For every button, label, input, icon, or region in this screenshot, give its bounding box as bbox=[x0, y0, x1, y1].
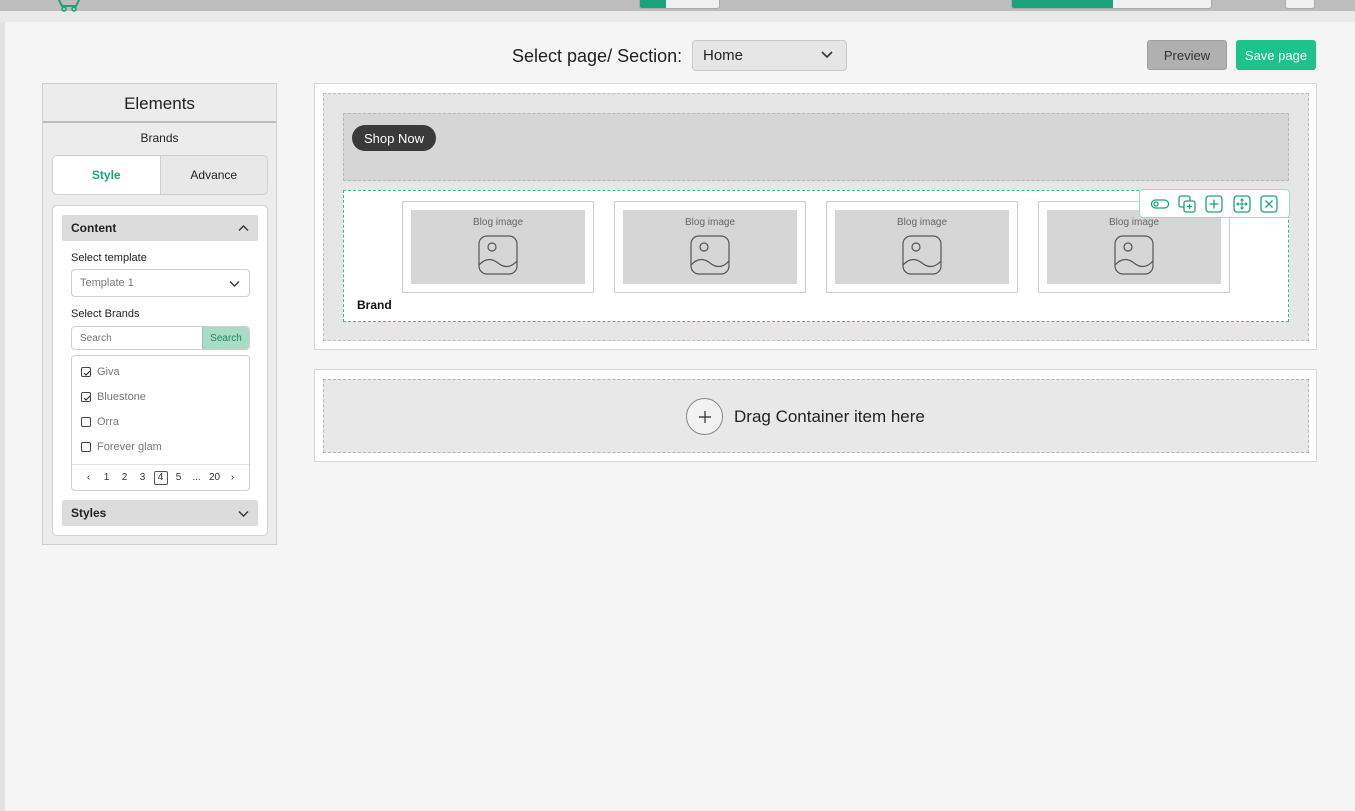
image-icon bbox=[690, 235, 730, 275]
content-section-header[interactable]: Content bbox=[62, 215, 258, 241]
list-item[interactable]: Orra bbox=[81, 416, 119, 428]
list-item[interactable]: Giva bbox=[81, 366, 120, 378]
tablet-view-icon[interactable] bbox=[666, 0, 692, 8]
pagination-page-2[interactable]: 2 bbox=[118, 471, 132, 485]
toggle-icon[interactable] bbox=[1150, 194, 1170, 214]
checkbox-checked[interactable] bbox=[81, 367, 91, 377]
drop-zone[interactable]: Drag Container item here bbox=[323, 379, 1309, 453]
checkbox-unchecked[interactable] bbox=[81, 417, 91, 427]
top-bar bbox=[0, 0, 1355, 22]
brand-search-input[interactable] bbox=[72, 327, 203, 349]
list-item[interactable]: Forever glam bbox=[81, 441, 162, 453]
chevron-up-icon bbox=[238, 225, 249, 231]
drop-zone-text: Drag Container item here bbox=[734, 407, 925, 426]
tab-style[interactable]: Style bbox=[53, 156, 161, 194]
close-icon[interactable] bbox=[1259, 194, 1279, 214]
card-image-placeholder: Blog image bbox=[623, 210, 797, 284]
select-template-label: Select template bbox=[71, 252, 147, 264]
page-select-dropdown[interactable]: Home bbox=[692, 40, 847, 71]
image-icon bbox=[1114, 235, 1154, 275]
template-select[interactable]: Template 1 bbox=[71, 269, 250, 297]
left-edge-rail bbox=[0, 22, 5, 811]
card-image-label: Blog image bbox=[684, 217, 736, 228]
add-icon[interactable] bbox=[1204, 194, 1224, 214]
card-image-label: Blog image bbox=[472, 217, 524, 228]
sidebar-title: Elements bbox=[43, 84, 276, 123]
styles-section-title: Styles bbox=[71, 506, 107, 520]
pagination-page-20[interactable]: 20 bbox=[208, 471, 222, 485]
pagination-page-3[interactable]: 3 bbox=[136, 471, 150, 485]
desktop-view-icon[interactable] bbox=[640, 0, 667, 8]
brand-search-button[interactable]: Search bbox=[202, 327, 249, 349]
content-section-title: Content bbox=[71, 221, 117, 235]
pagination-ellipsis: ... bbox=[192, 472, 201, 483]
pagination-prev[interactable]: ‹ bbox=[82, 471, 96, 485]
sidebar-subtitle: Brands bbox=[140, 131, 179, 145]
pagination: ‹ 1 2 3 4 5 ... 20 › bbox=[72, 464, 249, 490]
device-view-toggle[interactable] bbox=[639, 0, 720, 9]
section-wrapper: Shop Now Blog image Blog image Blog imag… bbox=[323, 93, 1309, 341]
image-icon bbox=[902, 235, 942, 275]
move-icon[interactable] bbox=[1232, 194, 1252, 214]
plus-icon[interactable] bbox=[686, 398, 723, 435]
pagination-next[interactable]: › bbox=[226, 471, 240, 485]
settings-panel: Content Select template Template 1 Selec… bbox=[52, 205, 268, 536]
brand-section-selected[interactable]: Blog image Blog image Blog image Blog im… bbox=[343, 189, 1290, 322]
element-toolbar bbox=[1139, 189, 1290, 218]
image-icon bbox=[478, 235, 518, 275]
style-advance-tabs: Style Advance bbox=[52, 155, 268, 195]
chevron-down-icon bbox=[229, 281, 240, 287]
brand-search: Search bbox=[71, 326, 250, 350]
chevron-down-icon bbox=[821, 51, 833, 59]
select-brands-label: Select Brands bbox=[71, 308, 140, 320]
brand-card[interactable]: Blog image bbox=[402, 201, 594, 293]
chevron-down-icon bbox=[238, 511, 249, 517]
cart-logo-icon[interactable] bbox=[50, 0, 88, 12]
card-image-label: Blog image bbox=[896, 217, 948, 228]
preview-button[interactable]: Preview bbox=[1147, 40, 1227, 70]
brand-name: Giva bbox=[97, 366, 120, 378]
styles-section-header[interactable]: Styles bbox=[62, 500, 258, 526]
duplicate-icon[interactable] bbox=[1177, 194, 1197, 214]
brand-name: Bluestone bbox=[97, 391, 146, 403]
pagination-page-5[interactable]: 5 bbox=[172, 471, 186, 485]
elements-sidebar: Elements Brands Style Advance Content Se… bbox=[42, 83, 277, 545]
pagination-page-1[interactable]: 1 bbox=[100, 471, 114, 485]
empty-container: Drag Container item here bbox=[314, 369, 1317, 462]
checkbox-unchecked[interactable] bbox=[81, 442, 91, 452]
banner-section[interactable]: Shop Now bbox=[343, 113, 1289, 181]
pagination-page-4[interactable]: 4 bbox=[153, 470, 168, 485]
brand-name: Orra bbox=[97, 416, 119, 428]
top-search-bar[interactable] bbox=[1011, 0, 1212, 9]
brand-card[interactable]: Blog image bbox=[614, 201, 806, 293]
top-search-button[interactable] bbox=[1012, 0, 1113, 8]
card-image-placeholder: Blog image bbox=[411, 210, 585, 284]
brand-list: Giva Bluestone Orra Forever glam ‹ 1 2 3 bbox=[71, 355, 250, 491]
brand-section-label: Brand bbox=[357, 298, 392, 312]
brand-name: Forever glam bbox=[97, 441, 162, 453]
card-image-placeholder: Blog image bbox=[1047, 210, 1221, 284]
tab-advance[interactable]: Advance bbox=[161, 156, 268, 194]
mobile-view-icon[interactable] bbox=[693, 0, 719, 8]
page-select-label: Select page/ Section: bbox=[512, 46, 683, 66]
brand-card[interactable]: Blog image bbox=[826, 201, 1018, 293]
template-select-value: Template 1 bbox=[80, 277, 134, 289]
shop-now-button[interactable]: Shop Now bbox=[352, 125, 436, 151]
card-image-placeholder: Blog image bbox=[835, 210, 1009, 284]
page-container: Shop Now Blog image Blog image Blog imag… bbox=[314, 83, 1317, 350]
page-select-value: Home bbox=[703, 47, 744, 64]
save-page-button[interactable]: Save page bbox=[1236, 40, 1316, 70]
user-menu-icon[interactable] bbox=[1285, 0, 1315, 9]
card-image-label: Blog image bbox=[1108, 217, 1160, 228]
checkbox-checked[interactable] bbox=[81, 392, 91, 402]
list-item[interactable]: Bluestone bbox=[81, 391, 146, 403]
